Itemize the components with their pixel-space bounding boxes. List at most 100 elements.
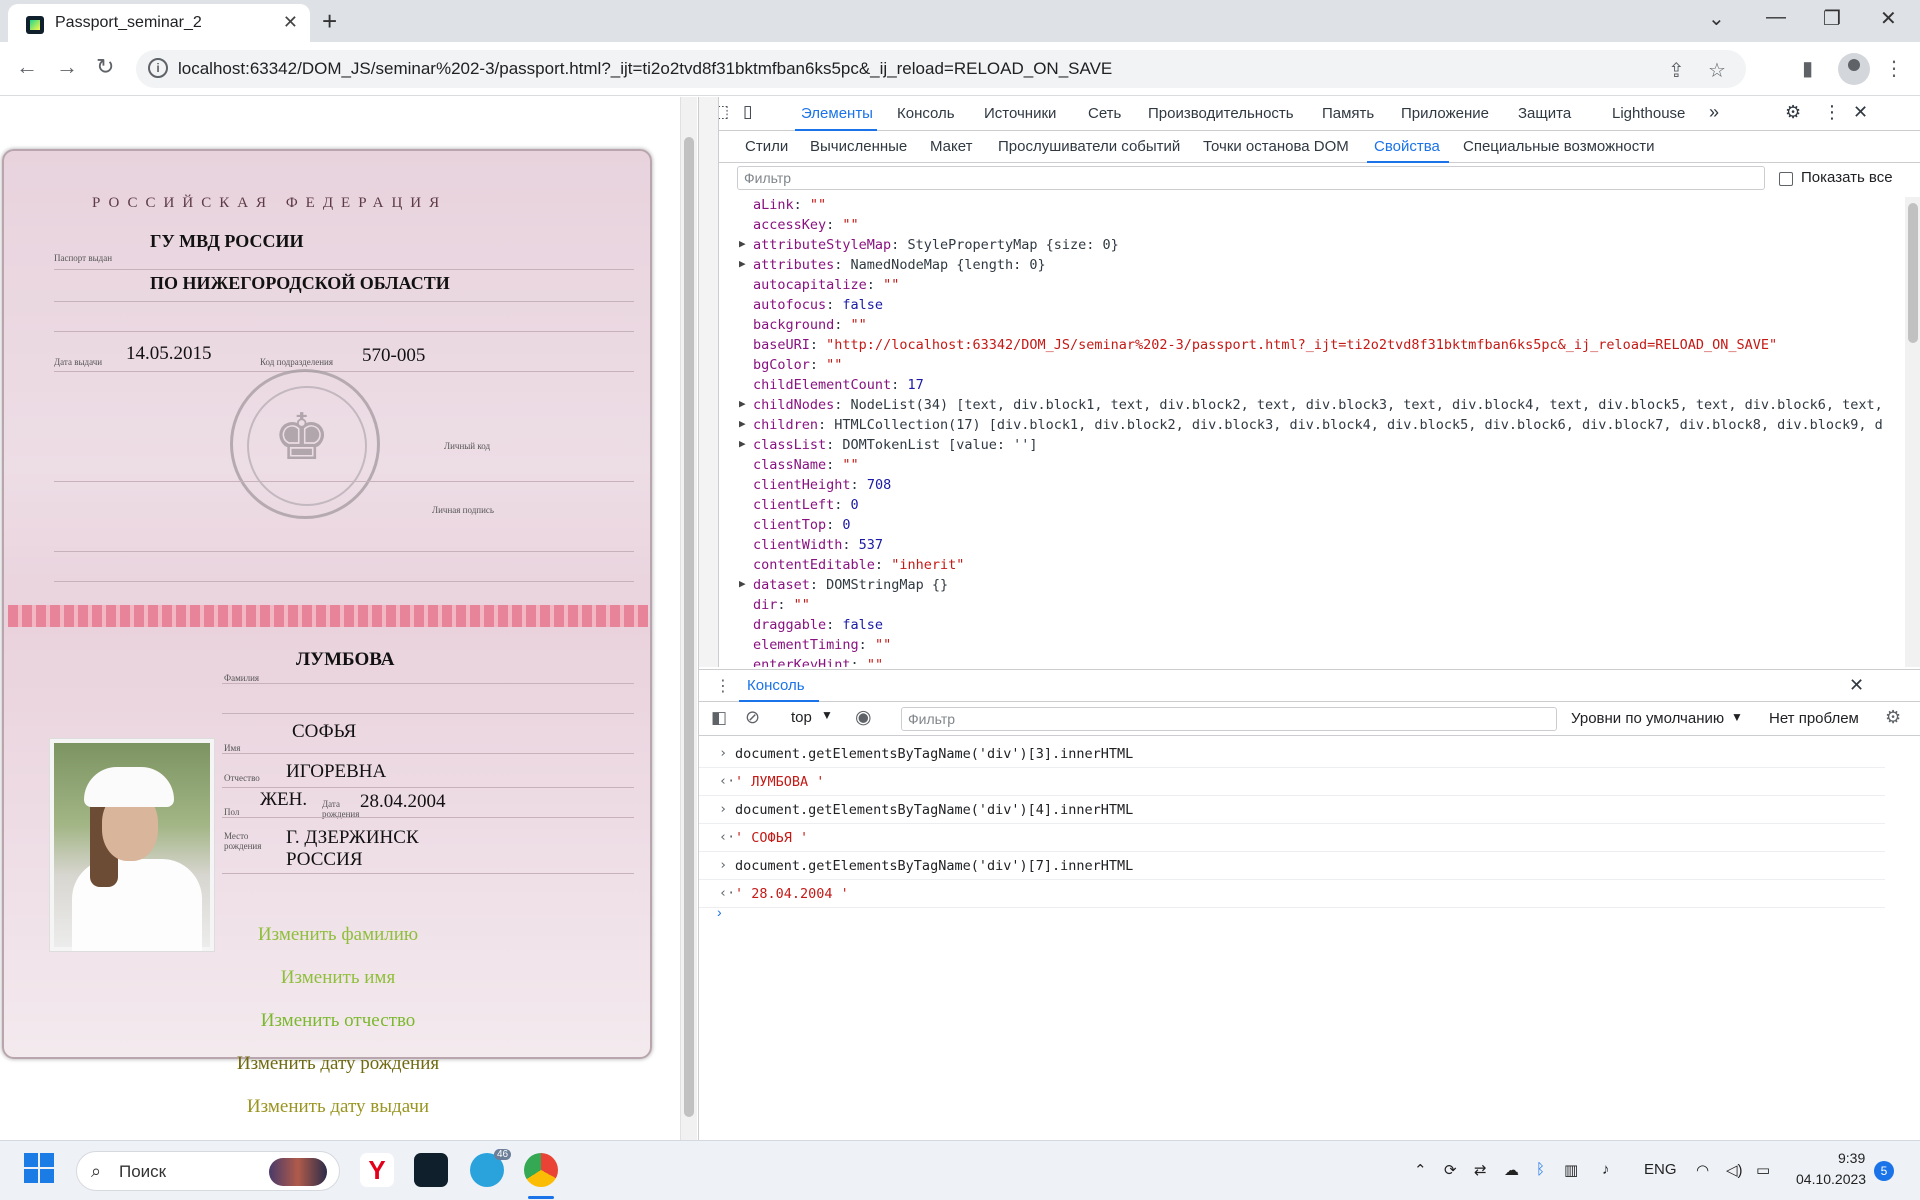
subtab-layout[interactable]: Макет <box>930 138 972 155</box>
pycharm-icon[interactable] <box>414 1153 448 1187</box>
context-dropdown-icon[interactable]: ▼ <box>821 708 833 722</box>
change-birth-date-link[interactable]: Изменить дату рождения <box>0 1053 676 1075</box>
tab-application[interactable]: Приложение <box>1401 105 1489 122</box>
cloud-off-icon[interactable]: ☁ <box>1504 1161 1519 1179</box>
drawer-menu-icon[interactable]: ⋮ <box>715 676 731 696</box>
tab-console[interactable]: Консоль <box>897 105 955 122</box>
expand-triangle-icon[interactable]: ▶ <box>739 257 746 270</box>
meter-icon[interactable]: ▥ <box>1564 1161 1578 1179</box>
battery-icon[interactable]: ▭ <box>1756 1161 1770 1179</box>
tab-performance[interactable]: Производительность <box>1148 105 1294 122</box>
log-levels-dropdown[interactable]: Уровни по умолчанию <box>1571 710 1724 727</box>
windows-start-icon[interactable] <box>24 1153 54 1183</box>
console-output-row[interactable]: ‹· ' СОФЬЯ ' <box>699 824 1885 852</box>
live-expression-eye-icon[interactable]: ◉ <box>855 706 872 729</box>
settings-gear-icon[interactable]: ⚙ <box>1785 102 1801 123</box>
tab-network[interactable]: Сеть <box>1088 105 1121 122</box>
subtab-dom-breakpoints[interactable]: Точки останова DOM <box>1203 138 1349 155</box>
reload-icon[interactable]: ↻ <box>96 54 114 80</box>
chrome-icon[interactable] <box>524 1153 558 1187</box>
tab-memory[interactable]: Память <box>1322 105 1374 122</box>
console-output-row[interactable]: ‹· ' 28.04.2004 ' <box>699 880 1885 908</box>
tab-security[interactable]: Защита <box>1518 105 1571 122</box>
expand-triangle-icon[interactable]: ▶ <box>739 397 746 410</box>
settings-tray-icon[interactable]: ⇄ <box>1474 1161 1487 1179</box>
expand-triangle-icon[interactable]: ▶ <box>739 437 746 450</box>
search-highlight-image <box>269 1158 327 1186</box>
subtab-accessibility[interactable]: Специальные возможности <box>1463 138 1655 155</box>
devtools-subtabs: Стили Вычисленные Макет Прослушиватели с… <box>699 131 1920 163</box>
yandex-browser-icon[interactable]: Y <box>360 1153 394 1187</box>
menu-kebab-icon[interactable]: ⋮ <box>1884 56 1904 81</box>
address-bar[interactable]: i localhost:63342/DOM_JS/seminar%202-3/p… <box>136 50 1746 88</box>
log-levels-chevron-icon[interactable]: ▼ <box>1731 710 1743 724</box>
sidebar-toggle-icon[interactable]: ◧ <box>711 708 727 728</box>
page-scrollbar[interactable] <box>680 97 697 1140</box>
tab-sources[interactable]: Источники <box>984 105 1056 122</box>
change-patronymic-link[interactable]: Изменить отчество <box>0 1010 676 1032</box>
tab-elements[interactable]: Элементы <box>801 105 873 122</box>
side-panel-icon[interactable]: ▮ <box>1802 56 1813 81</box>
restore-icon[interactable]: ❐ <box>1823 6 1841 31</box>
drawer-tab-console[interactable]: Консоль <box>747 677 805 694</box>
close-devtools-icon[interactable]: ✕ <box>1853 102 1868 123</box>
tab-search-chevron-icon[interactable]: ⌄ <box>1708 6 1725 31</box>
site-info-icon[interactable]: i <box>148 58 168 78</box>
subtab-styles[interactable]: Стили <box>745 138 788 155</box>
forward-icon[interactable]: → <box>56 54 78 80</box>
console-input-row[interactable]: › document.getElementsByTagName('div')[3]… <box>699 740 1885 768</box>
property-value: NodeList(34) [text, div.block1, text, di… <box>850 397 1883 413</box>
property-value: 708 <box>866 477 892 493</box>
devtools-menu-icon[interactable]: ⋮ <box>1823 102 1841 123</box>
properties-scrollbar[interactable] <box>1905 197 1920 667</box>
more-tabs-icon[interactable]: » <box>1709 102 1719 123</box>
expand-triangle-icon[interactable]: ▶ <box>739 417 746 430</box>
input-language[interactable]: ENG <box>1644 1161 1677 1178</box>
console-settings-gear-icon[interactable]: ⚙ <box>1885 707 1901 728</box>
sync-icon[interactable]: ⟳ <box>1444 1161 1457 1179</box>
console-prompt-icon[interactable]: › <box>717 904 722 920</box>
minimize-icon[interactable]: — <box>1766 6 1786 29</box>
bluetooth-icon[interactable]: ᛒ <box>1536 1161 1545 1178</box>
console-output-row[interactable]: ‹· ' ЛУМБОВА ' <box>699 768 1885 796</box>
clock-time[interactable]: 9:39 <box>1838 1150 1865 1166</box>
browser-tab[interactable]: Passport_seminar_2 ✕ <box>8 4 310 42</box>
close-drawer-icon[interactable]: ✕ <box>1849 675 1864 696</box>
clock-date[interactable]: 04.10.2023 <box>1796 1171 1866 1187</box>
microphone-icon[interactable]: ♪ <box>1602 1161 1610 1178</box>
bookmark-star-icon[interactable]: ☆ <box>1708 58 1726 83</box>
subtab-computed[interactable]: Вычисленные <box>810 138 907 155</box>
profile-avatar[interactable] <box>1838 53 1870 85</box>
new-tab-icon[interactable]: + <box>322 6 337 37</box>
expand-triangle-icon[interactable]: ▶ <box>739 577 746 590</box>
issues-counter[interactable]: Нет проблем <box>1769 710 1859 727</box>
subtab-event-listeners[interactable]: Прослушиватели событий <box>998 138 1180 155</box>
subtab-properties[interactable]: Свойства <box>1374 138 1440 155</box>
notification-badge[interactable]: 5 <box>1874 1161 1894 1181</box>
wifi-icon[interactable]: ◠ <box>1696 1161 1709 1179</box>
console-filter-input[interactable]: Фильтр <box>901 707 1557 731</box>
property-key: attributes <box>753 257 835 273</box>
url-text[interactable]: localhost:63342/DOM_JS/seminar%202-3/pas… <box>178 59 1112 79</box>
console-input-row[interactable]: › document.getElementsByTagName('div')[4]… <box>699 796 1885 824</box>
show-all-checkbox[interactable] <box>1779 172 1793 186</box>
properties-filter-input[interactable]: Фильтр <box>737 166 1765 190</box>
property-value: 0 <box>842 517 851 533</box>
taskbar-search[interactable]: ⌕ Поиск <box>76 1151 340 1191</box>
change-issue-date-link[interactable]: Изменить дату выдачи <box>0 1096 676 1118</box>
close-tab-icon[interactable]: ✕ <box>283 12 298 33</box>
context-selector[interactable]: top <box>791 709 812 726</box>
tab-lighthouse[interactable]: Lighthouse <box>1612 105 1685 122</box>
back-icon[interactable]: ← <box>16 54 38 80</box>
device-toolbar-icon[interactable]: ▯ <box>743 102 752 122</box>
console-input-row[interactable]: › document.getElementsByTagName('div')[7]… <box>699 852 1885 880</box>
share-icon[interactable]: ⇪ <box>1668 58 1685 83</box>
change-name-link[interactable]: Изменить имя <box>0 967 676 989</box>
property-value: false <box>842 297 884 313</box>
tray-overflow-chevron-icon[interactable]: ⌃ <box>1414 1161 1427 1179</box>
close-window-icon[interactable]: ✕ <box>1880 6 1897 31</box>
change-surname-link[interactable]: Изменить фамилию <box>0 924 676 946</box>
clear-console-icon[interactable]: ⊘ <box>745 707 760 728</box>
volume-icon[interactable]: ◁) <box>1726 1161 1743 1179</box>
expand-triangle-icon[interactable]: ▶ <box>739 237 746 250</box>
